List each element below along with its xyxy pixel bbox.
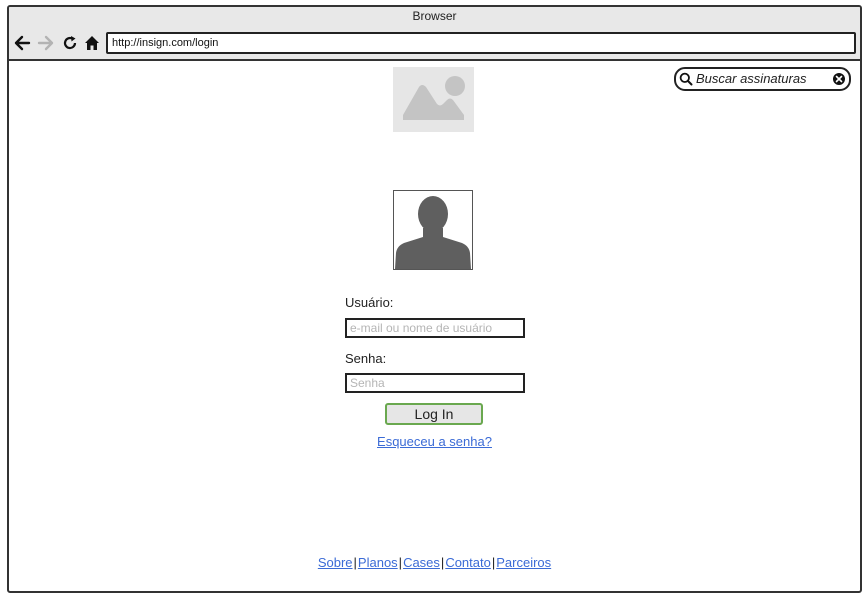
arrow-right-icon[interactable] — [37, 34, 55, 52]
footer-separator: | — [353, 555, 357, 570]
username-label: Usuário: — [345, 295, 394, 310]
footer-separator: | — [491, 555, 496, 570]
logo-image — [393, 67, 474, 132]
reload-icon[interactable] — [61, 34, 79, 52]
close-circle-icon[interactable] — [832, 72, 846, 86]
footer-separator: | — [440, 555, 445, 570]
forgot-password-link[interactable]: Esqueceu a senha? — [9, 434, 860, 449]
browser-titlebar: Browser http://insign.com/login — [9, 7, 860, 61]
search-text: Buscar assinaturas — [696, 71, 807, 86]
footer-link-sobre[interactable]: Sobre — [318, 555, 353, 570]
footer-link-planos[interactable]: Planos — [358, 555, 398, 570]
page-content: Buscar assinaturas Usuário: e-mail ou no… — [9, 61, 860, 591]
search-field[interactable]: Buscar assinaturas — [674, 67, 851, 91]
search-icon — [679, 72, 693, 86]
user-silhouette-icon — [395, 196, 471, 269]
footer-link-contato[interactable]: Contato — [445, 555, 491, 570]
home-icon[interactable] — [83, 34, 101, 52]
arrow-left-icon[interactable] — [13, 34, 31, 52]
browser-window: Browser http://insign.com/login Buscar a… — [7, 5, 862, 593]
window-title: Browser — [412, 9, 457, 23]
password-input[interactable]: Senha — [345, 373, 525, 393]
footer-separator: | — [398, 555, 403, 570]
footer-link-parceiros[interactable]: Parceiros — [496, 555, 551, 570]
login-button[interactable]: Log In — [385, 403, 483, 425]
password-label: Senha: — [345, 351, 387, 366]
address-bar[interactable]: http://insign.com/login — [106, 32, 856, 54]
username-input[interactable]: e-mail ou nome de usuário — [345, 318, 525, 338]
footer-link-cases[interactable]: Cases — [403, 555, 440, 570]
footer-links: Sobre|Planos|Cases|Contato|Parceiros — [9, 555, 860, 570]
avatar — [393, 190, 473, 270]
image-placeholder-icon — [403, 76, 465, 120]
